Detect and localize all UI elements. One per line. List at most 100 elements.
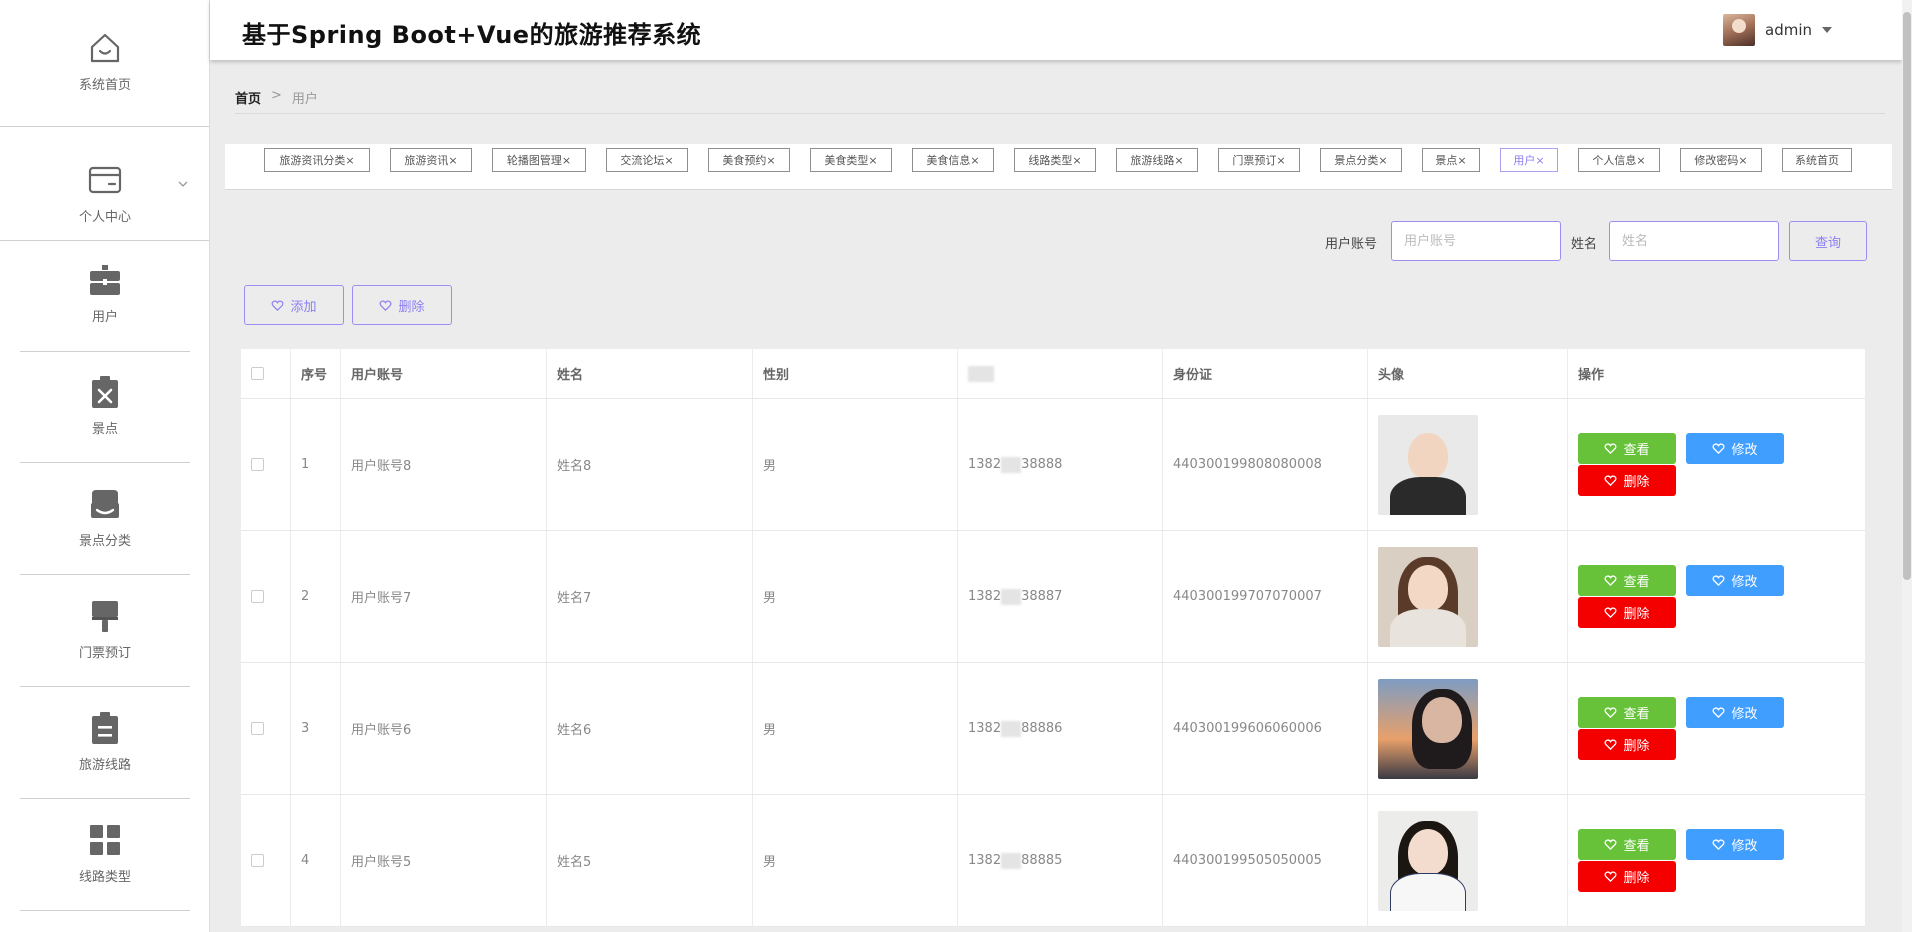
user-avatar: [1723, 14, 1755, 46]
sidebar-item-scenic-categories[interactable]: 景点分类: [0, 480, 209, 552]
sidebar-item-ticket-booking[interactable]: 门票预订: [0, 592, 209, 664]
store-icon: [85, 484, 125, 524]
cell-phone: 1382 38887: [958, 531, 1163, 662]
sidebar-item-home[interactable]: 系统首页: [0, 18, 209, 102]
sidebar-item-users[interactable]: 用户: [0, 256, 209, 328]
row-checkbox[interactable]: [251, 722, 264, 735]
tag[interactable]: 个人信息 ×: [1578, 148, 1660, 172]
cell-gender: 男: [753, 663, 958, 794]
row-checkbox[interactable]: [251, 854, 264, 867]
account-search-input[interactable]: [1391, 221, 1561, 261]
tag[interactable]: 美食信息 ×: [912, 148, 994, 172]
row-checkbox[interactable]: [251, 458, 264, 471]
header-phone: [958, 349, 1163, 398]
delete-button[interactable]: 删除: [1578, 597, 1676, 628]
header-index: 序号: [291, 349, 341, 398]
tag-active[interactable]: 用户 ×: [1500, 148, 1558, 172]
batch-delete-button[interactable]: 删除: [352, 285, 452, 325]
chevron-down-icon[interactable]: [177, 178, 189, 190]
heart-icon: [379, 299, 392, 311]
vertical-scrollbar[interactable]: [1902, 0, 1912, 932]
cell-phone: 1382 88885: [958, 795, 1163, 926]
query-button[interactable]: 查询: [1789, 221, 1867, 261]
account-label: 用户账号: [1325, 237, 1378, 252]
tag[interactable]: 轮播图管理 ×: [492, 148, 586, 172]
wallet-icon: [85, 160, 125, 200]
header-idcard: 身份证: [1163, 349, 1368, 398]
table-row: 4 用户账号5 姓名5 男 1382 88885 4403001995050500…: [241, 795, 1865, 927]
caret-down-icon: [1822, 27, 1832, 33]
cell-name: 姓名5: [547, 795, 753, 926]
add-button-label: 添加: [290, 299, 317, 315]
view-button[interactable]: 查看: [1578, 697, 1676, 728]
add-button[interactable]: 添加: [244, 285, 344, 325]
sidebar-item-travel-routes[interactable]: 旅游线路: [0, 704, 209, 776]
app-title: 基于Spring Boot+Vue的旅游推荐系统: [242, 21, 702, 49]
header-gender: 性别: [753, 349, 958, 398]
edit-button[interactable]: 修改: [1686, 697, 1784, 728]
delete-button[interactable]: 删除: [1578, 729, 1676, 760]
tag[interactable]: 美食类型 ×: [810, 148, 892, 172]
tag[interactable]: 美食预约 ×: [708, 148, 790, 172]
header-name: 姓名: [547, 349, 753, 398]
tag[interactable]: 景点 ×: [1422, 148, 1480, 172]
user-menu[interactable]: admin: [1723, 14, 1832, 46]
sidebar-item-route-types[interactable]: 线路类型: [0, 816, 209, 888]
breadcrumb-home[interactable]: 首页: [235, 88, 261, 107]
tag[interactable]: 旅游线路 ×: [1116, 148, 1198, 172]
view-button[interactable]: 查看: [1578, 829, 1676, 860]
tag[interactable]: 景点分类 ×: [1320, 148, 1402, 172]
breadcrumb: 首页 > 用户: [235, 88, 318, 107]
table-row: 3 用户账号6 姓名6 男 1382 88886 4403001996060600…: [241, 663, 1865, 795]
cell-name: 姓名7: [547, 531, 753, 662]
view-button[interactable]: 查看: [1578, 433, 1676, 464]
delete-button[interactable]: 删除: [1578, 465, 1676, 496]
view-button[interactable]: 查看: [1578, 565, 1676, 596]
cell-account: 用户账号7: [341, 531, 547, 662]
scrollbar-thumb[interactable]: [1903, 12, 1911, 580]
tag[interactable]: 旅游资讯 ×: [390, 148, 472, 172]
cell-gender: 男: [753, 531, 958, 662]
tag[interactable]: 系统首页: [1782, 148, 1852, 172]
cell-gender: 男: [753, 399, 958, 530]
divider: [20, 798, 190, 799]
delete-button[interactable]: 删除: [1578, 861, 1676, 892]
redacted-block: [968, 365, 994, 382]
cell-index: 1: [291, 399, 341, 530]
edit-button[interactable]: 修改: [1686, 565, 1784, 596]
sidebar-item-personal-center[interactable]: 个人中心: [0, 150, 209, 234]
name-search-input[interactable]: [1609, 221, 1779, 261]
tag[interactable]: 交流论坛 ×: [606, 148, 688, 172]
cell-idcard: 440300199707070007: [1163, 531, 1368, 662]
cell-index: 4: [291, 795, 341, 926]
top-header: 基于Spring Boot+Vue的旅游推荐系统 admin: [210, 0, 1902, 60]
cell-phone: 1382 88886: [958, 663, 1163, 794]
home-icon: [85, 28, 125, 68]
tag[interactable]: 修改密码 ×: [1680, 148, 1762, 172]
briefcase-icon: [85, 260, 125, 300]
sidebar-item-label: 线路类型: [78, 869, 131, 885]
avatar-image: [1378, 810, 1478, 911]
delete-button-label: 删除: [398, 299, 425, 315]
clipboard-x-icon: [85, 372, 125, 412]
brush-icon: [85, 596, 125, 636]
select-all-checkbox[interactable]: [251, 367, 264, 380]
cell-account: 用户账号8: [341, 399, 547, 530]
edit-button[interactable]: 修改: [1686, 433, 1784, 464]
tags-bar: 旅游资讯分类 × 旅游资讯 × 轮播图管理 × 交流论坛 × 美食预约 × 美食类型 × 美…: [225, 144, 1892, 190]
sidebar-item-scenic-spots[interactable]: 景点: [0, 368, 209, 440]
tag[interactable]: 线路类型 ×: [1014, 148, 1096, 172]
row-checkbox[interactable]: [251, 590, 264, 603]
breadcrumb-current: 用户: [291, 92, 318, 107]
username: admin: [1765, 21, 1812, 39]
cell-idcard: 440300199606060006: [1163, 663, 1368, 794]
divider: [20, 910, 190, 911]
tag[interactable]: 门票预订 ×: [1218, 148, 1300, 172]
table-header: 序号 用户账号 姓名 性别 身份证 头像 操作: [241, 349, 1865, 399]
sidebar-item-label: 系统首页: [78, 77, 131, 93]
header-ops: 操作: [1578, 368, 1605, 383]
divider: [0, 240, 209, 241]
tag[interactable]: 旅游资讯分类 ×: [264, 148, 370, 172]
edit-button[interactable]: 修改: [1686, 829, 1784, 860]
header-avatar: 头像: [1368, 349, 1568, 398]
